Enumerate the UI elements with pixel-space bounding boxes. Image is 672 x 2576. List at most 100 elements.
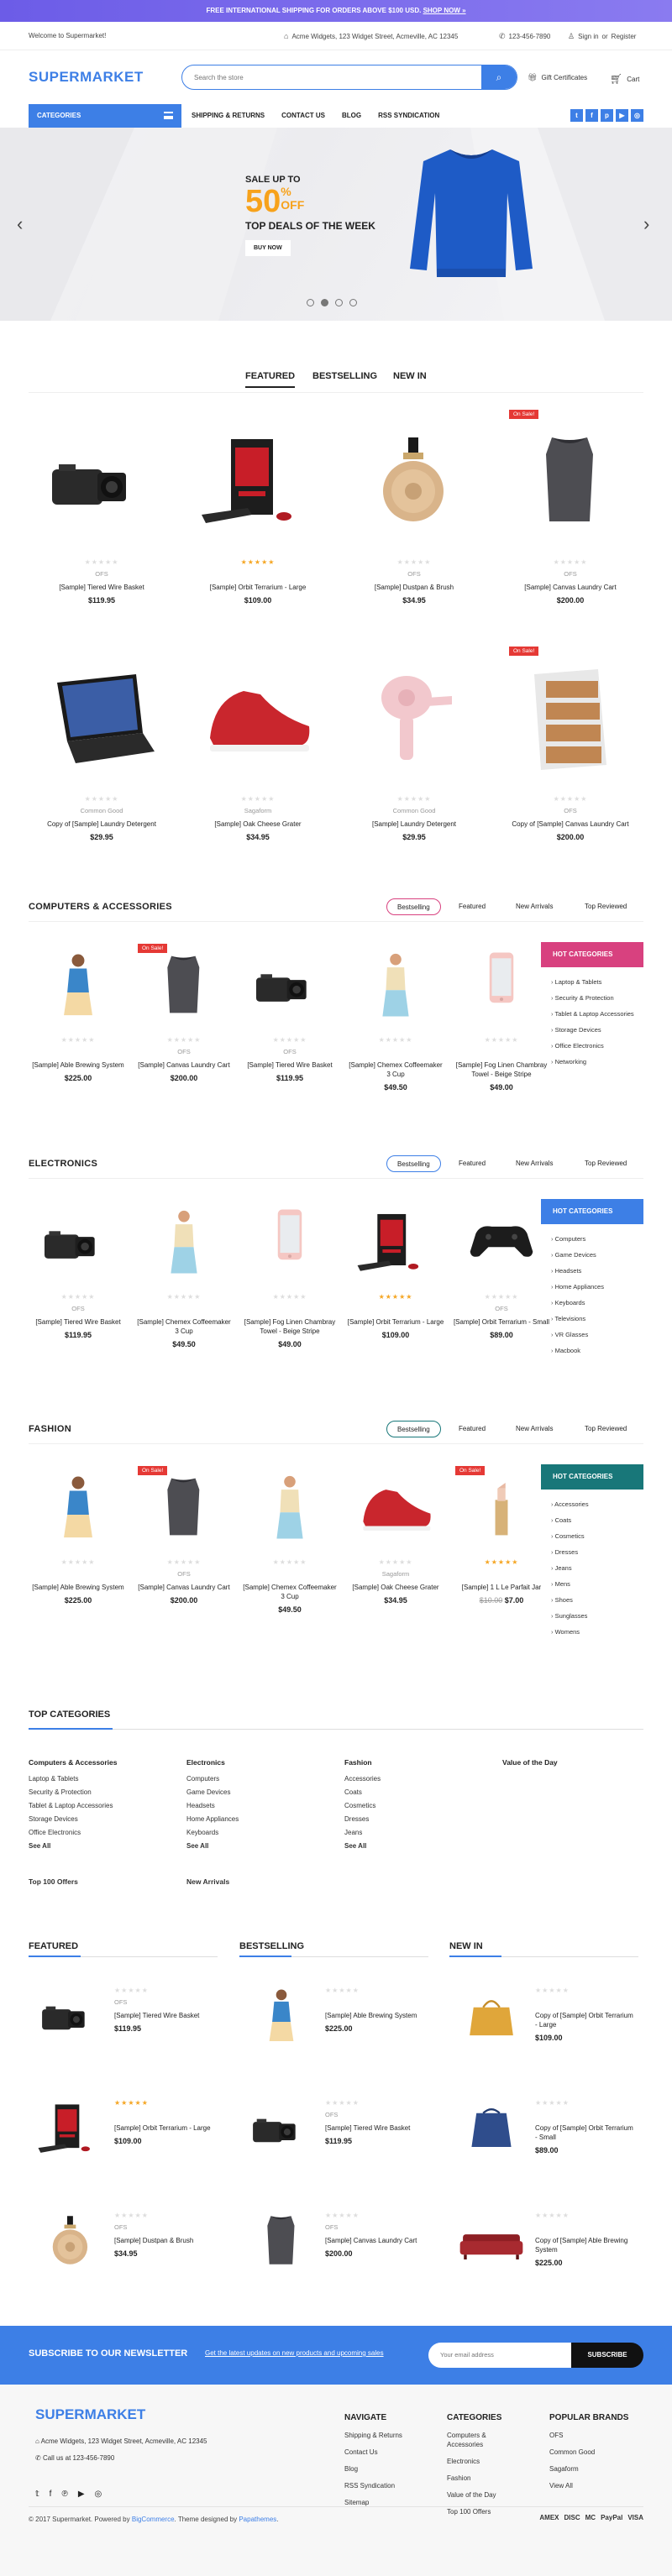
- product-card[interactable]: ★★★★★ [Sample] Chemex Coffeemaker 3 Cup $4…: [134, 1197, 234, 1348]
- product-image[interactable]: [185, 643, 331, 790]
- logo[interactable]: SUPERMARKET: [29, 69, 144, 86]
- top-category-link[interactable]: Security & Protection: [29, 1788, 118, 1796]
- product-name[interactable]: [Sample] Tiered Wire Basket: [29, 1317, 128, 1327]
- hot-category-item[interactable]: Cosmetics: [551, 1528, 643, 1544]
- instagram-icon[interactable]: ◎: [631, 109, 643, 122]
- product-name[interactable]: Copy of [Sample] Canvas Laundry Cart: [497, 819, 643, 829]
- list-item[interactable]: ★★★★★ Copy of [Sample] Orbit Terrarium - …: [449, 1973, 638, 2057]
- see-all-link[interactable]: See All: [344, 1842, 381, 1850]
- twitter-icon[interactable]: 𝕥: [35, 2490, 39, 2499]
- product-image[interactable]: [341, 406, 487, 553]
- product-brand[interactable]: OFS: [114, 1998, 215, 2006]
- product-brand[interactable]: Common Good: [29, 807, 175, 814]
- list-item-image[interactable]: [449, 2086, 533, 2170]
- product-name[interactable]: [Sample] Chemex Coffeemaker 3 Cup: [346, 1060, 445, 1079]
- product-image[interactable]: On Sale!: [497, 643, 643, 790]
- list-item[interactable]: ★★★★★ Copy of [Sample] Orbit Terrarium - …: [449, 2086, 638, 2170]
- hot-category-item[interactable]: Televisions: [551, 1311, 643, 1327]
- product-name[interactable]: Copy of [Sample] Able Brewing System: [535, 2236, 636, 2254]
- product-image[interactable]: [134, 1197, 234, 1288]
- product-brand[interactable]: [240, 1305, 339, 1312]
- product-name[interactable]: [Sample] Fog Linen Chambray Towel - Beig…: [240, 1317, 339, 1336]
- bigcommerce-link[interactable]: BigCommerce: [132, 2516, 175, 2523]
- product-image[interactable]: On Sale!: [134, 1463, 234, 1553]
- list-item[interactable]: ★★★★★ OFS [Sample] Canvas Laundry Cart $200…: [239, 2198, 428, 2282]
- categories-button[interactable]: CATEGORIES: [29, 104, 181, 128]
- product-card[interactable]: ★★★★★ Sagaform [Sample] Oak Cheese Grater $…: [185, 643, 331, 841]
- top-category-heading[interactable]: Computers & Accessories: [29, 1758, 118, 1767]
- hot-category-item[interactable]: Computers: [551, 1231, 643, 1247]
- list-item[interactable]: ★★★★★ OFS [Sample] Tiered Wire Basket $119.…: [239, 2086, 428, 2170]
- product-name[interactable]: [Sample] Canvas Laundry Cart: [325, 2236, 426, 2245]
- list-item-image[interactable]: [239, 2198, 323, 2282]
- product-image[interactable]: On Sale!: [497, 406, 643, 553]
- shop-now-link[interactable]: SHOP NOW »: [423, 7, 466, 14]
- product-name[interactable]: [Sample] Fog Linen Chambray Towel - Beig…: [452, 1060, 551, 1079]
- product-image[interactable]: [185, 406, 331, 553]
- product-name[interactable]: [Sample] Oak Cheese Grater: [185, 819, 331, 829]
- product-card[interactable]: On Sale! ★★★★★ OFS [Sample] Canvas Laundry …: [134, 1463, 234, 1605]
- pinterest-icon[interactable]: p: [601, 109, 613, 122]
- product-image[interactable]: [29, 406, 175, 553]
- product-brand[interactable]: OFS: [325, 2223, 426, 2231]
- product-brand[interactable]: [29, 1570, 128, 1578]
- product-image[interactable]: [29, 643, 175, 790]
- product-card[interactable]: ★★★★★ OFS [Sample] Orbit Terrarium - Small…: [452, 1197, 551, 1339]
- product-name[interactable]: [Sample] 1 L Le Parfait Jar: [452, 1583, 551, 1592]
- footer-link[interactable]: Computers & Accessories: [447, 2431, 522, 2449]
- product-image[interactable]: [29, 1197, 128, 1288]
- top-category-link[interactable]: Headsets: [186, 1802, 239, 1809]
- footer-link[interactable]: Common Good: [549, 2448, 628, 2457]
- product-brand[interactable]: Common Good: [341, 807, 487, 814]
- hot-category-item[interactable]: Shoes: [551, 1592, 643, 1608]
- top-category-link[interactable]: Jeans: [344, 1829, 381, 1836]
- hot-category-item[interactable]: Accessories: [551, 1496, 643, 1512]
- product-name[interactable]: [Sample] Tiered Wire Basket: [240, 1060, 339, 1070]
- list-item[interactable]: ★★★★★ [Sample] Able Brewing System $225.00: [239, 1973, 428, 2057]
- product-name[interactable]: [Sample] Orbit Terrarium - Large: [114, 2123, 215, 2133]
- hot-category-item[interactable]: Womens: [551, 1624, 643, 1640]
- youtube-icon[interactable]: ▶: [78, 2490, 85, 2499]
- nav-contact[interactable]: CONTACT US: [281, 104, 325, 128]
- product-brand[interactable]: [185, 570, 331, 578]
- product-brand[interactable]: OFS: [497, 570, 643, 578]
- product-card[interactable]: ★★★★★ OFS [Sample] Dustpan & Brush $34.95: [341, 406, 487, 605]
- product-name[interactable]: [Sample] Canvas Laundry Cart: [497, 583, 643, 592]
- hot-category-item[interactable]: Game Devices: [551, 1247, 643, 1263]
- newsletter-email-input[interactable]: [428, 2343, 571, 2368]
- top-category-extra[interactable]: New Arrivals: [186, 1877, 229, 1886]
- top-category-link[interactable]: Keyboards: [186, 1829, 239, 1836]
- nav-shipping[interactable]: SHIPPING & RETURNS: [192, 104, 265, 128]
- product-brand[interactable]: OFS: [29, 1305, 128, 1312]
- footer-link[interactable]: Fashion: [447, 2474, 522, 2483]
- footer-link[interactable]: Value of the Day: [447, 2490, 522, 2500]
- see-all-link[interactable]: See All: [29, 1842, 118, 1850]
- signin-link[interactable]: Sign in: [578, 33, 598, 40]
- hot-category-item[interactable]: Home Appliances: [551, 1279, 643, 1295]
- product-card[interactable]: On Sale! ★★★★★ [Sample] 1 L Le Parfait Jar…: [452, 1463, 551, 1605]
- hot-category-item[interactable]: Security & Protection: [551, 990, 643, 1006]
- tab-bestselling[interactable]: BESTSELLING: [312, 371, 377, 381]
- product-card[interactable]: ★★★★★ OFS [Sample] Tiered Wire Basket $119.…: [29, 1197, 128, 1339]
- product-brand[interactable]: Sagaform: [185, 807, 331, 814]
- product-name[interactable]: [Sample] Canvas Laundry Cart: [134, 1583, 234, 1592]
- product-brand[interactable]: [535, 1998, 636, 2006]
- product-name[interactable]: [Sample] Tiered Wire Basket: [29, 583, 175, 592]
- filter-featured[interactable]: Featured: [459, 898, 486, 915]
- product-image[interactable]: [29, 940, 128, 1031]
- top-category-link[interactable]: Game Devices: [186, 1788, 239, 1796]
- product-card[interactable]: ★★★★★ [Sample] Fog Linen Chambray Towel -…: [240, 1197, 339, 1348]
- product-name[interactable]: [Sample] Tiered Wire Basket: [325, 2123, 426, 2133]
- list-item-image[interactable]: [29, 2086, 113, 2170]
- see-all-link[interactable]: See All: [186, 1842, 239, 1850]
- hot-category-item[interactable]: Networking: [551, 1054, 643, 1070]
- product-image[interactable]: [240, 940, 339, 1031]
- footer-link[interactable]: Sagaform: [549, 2464, 628, 2474]
- product-brand[interactable]: [452, 1048, 551, 1055]
- filter-bestselling[interactable]: Bestselling: [386, 898, 441, 915]
- hot-category-item[interactable]: Jeans: [551, 1560, 643, 1576]
- top-category-link[interactable]: Storage Devices: [29, 1815, 118, 1823]
- nav-blog[interactable]: BLOG: [342, 104, 361, 128]
- product-card[interactable]: ★★★★★ OFS [Sample] Tiered Wire Basket $119.…: [29, 406, 175, 605]
- product-brand[interactable]: [134, 1305, 234, 1312]
